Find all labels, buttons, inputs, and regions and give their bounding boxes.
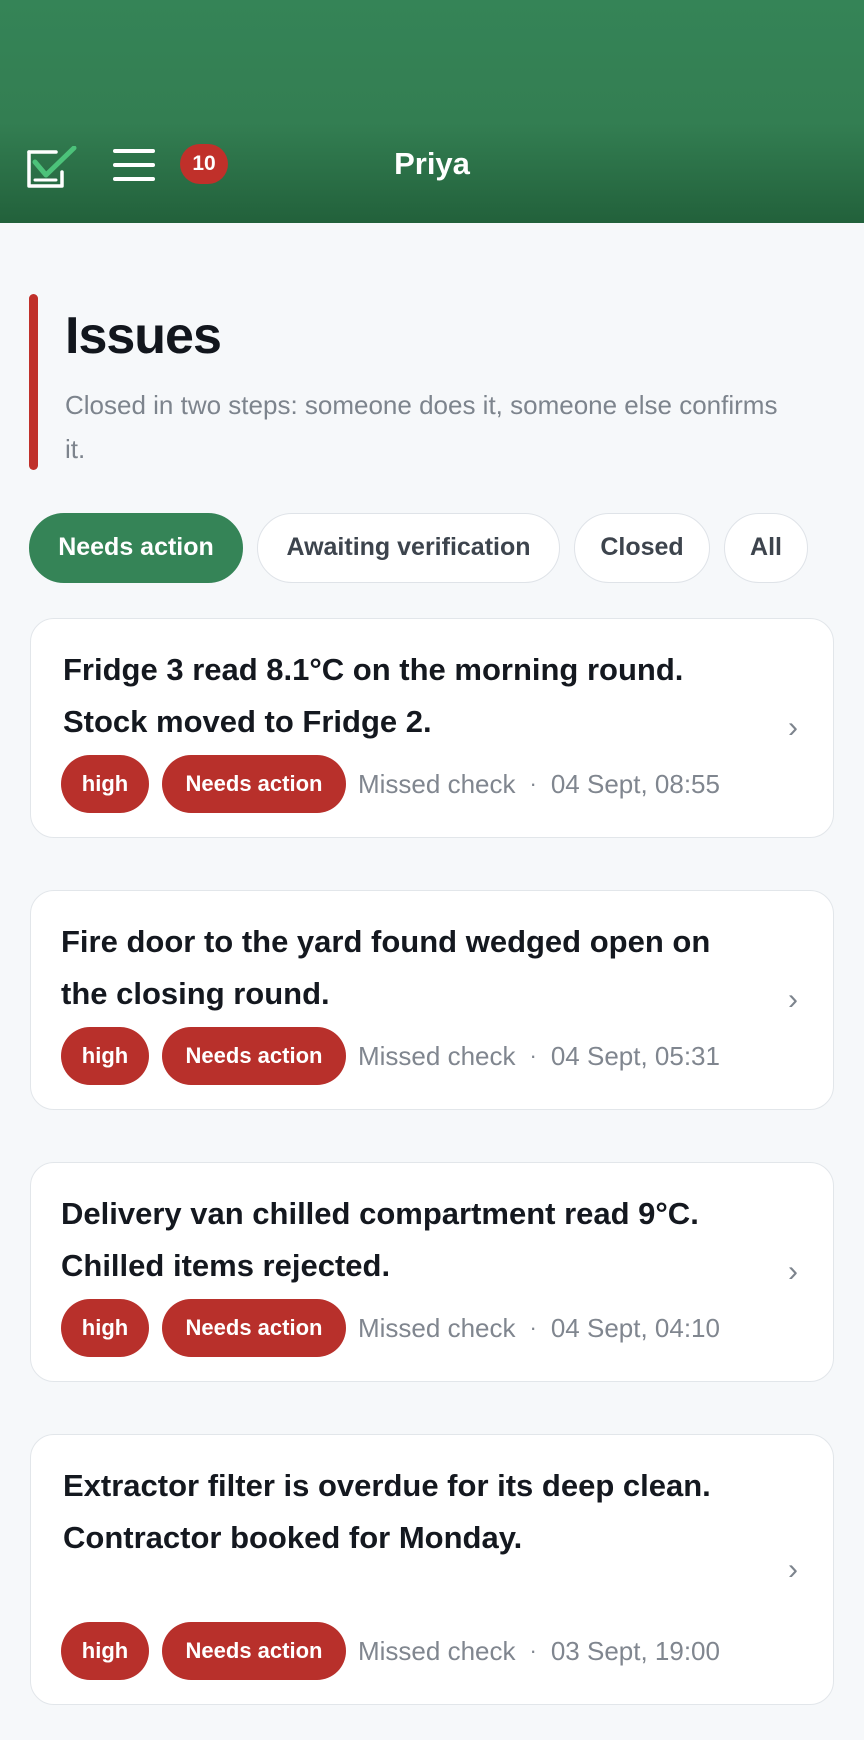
issue-timestamp: 04 Sept, 04:10 xyxy=(550,1312,720,1343)
page-subtitle: Closed in two steps: someone does it, so… xyxy=(65,390,778,464)
priority-badge: high xyxy=(61,755,149,813)
issue-meta: high Needs action Missed check · 03 Sept… xyxy=(61,1622,720,1680)
user-name[interactable]: Priya xyxy=(332,144,532,184)
issue-card[interactable]: Extractor filter is overdue for its deep… xyxy=(30,1434,834,1705)
issue-timestamp: 03 Sept, 19:00 xyxy=(550,1635,720,1666)
issue-timestamp: 04 Sept, 08:55 xyxy=(550,768,720,799)
filter-needs-action[interactable]: Needs action xyxy=(29,513,243,583)
issue-timestamp: 04 Sept, 05:31 xyxy=(550,1040,720,1071)
meta-separator: · xyxy=(529,1043,537,1068)
issue-type: Missed check xyxy=(358,1040,516,1071)
filter-all[interactable]: All xyxy=(724,513,808,583)
notification-count-badge[interactable]: 10 xyxy=(180,144,228,184)
app-header: 10 Priya xyxy=(0,0,864,223)
issue-meta: high Needs action Missed check · 04 Sept… xyxy=(61,1299,720,1357)
filter-awaiting-verification[interactable]: Awaiting verification xyxy=(257,513,560,583)
meta-separator: · xyxy=(529,1315,537,1340)
issue-type: Missed check xyxy=(358,1635,516,1666)
priority-badge: high xyxy=(61,1027,149,1085)
issue-title: Delivery van chilled compartment read 9°… xyxy=(61,1196,699,1283)
issue-type: Missed check xyxy=(358,1312,516,1343)
hamburger-menu-icon[interactable] xyxy=(112,148,156,182)
filter-closed[interactable]: Closed xyxy=(574,513,710,583)
issue-title: Fridge 3 read 8.1°C on the morning round… xyxy=(63,652,684,739)
title-accent-bar xyxy=(29,294,38,470)
status-badge: Needs action xyxy=(162,755,346,813)
issue-type: Missed check xyxy=(358,768,516,799)
issue-meta: high Needs action Missed check · 04 Sept… xyxy=(61,1027,720,1085)
priority-badge: high xyxy=(61,1299,149,1357)
issue-card[interactable]: Fire door to the yard found wedged open … xyxy=(30,890,834,1110)
priority-badge: high xyxy=(61,1622,149,1680)
issue-card[interactable]: Fridge 3 read 8.1°C on the morning round… xyxy=(30,618,834,838)
page-title: Issues xyxy=(65,307,222,365)
chevron-right-icon: › xyxy=(788,1553,798,1586)
status-badge: Needs action xyxy=(162,1299,346,1357)
meta-separator: · xyxy=(529,771,537,796)
issue-card[interactable]: Delivery van chilled compartment read 9°… xyxy=(30,1162,834,1382)
meta-separator: · xyxy=(529,1638,537,1663)
issue-meta: high Needs action Missed check · 04 Sept… xyxy=(61,755,720,813)
status-badge: Needs action xyxy=(162,1622,346,1680)
chevron-right-icon: › xyxy=(788,983,798,1016)
issue-title: Fire door to the yard found wedged open … xyxy=(61,924,711,1011)
issue-title: Extractor filter is overdue for its deep… xyxy=(63,1468,711,1555)
chevron-right-icon: › xyxy=(788,1255,798,1288)
checklist-icon[interactable] xyxy=(26,146,78,190)
status-badge: Needs action xyxy=(162,1027,346,1085)
chevron-right-icon: › xyxy=(788,711,798,744)
